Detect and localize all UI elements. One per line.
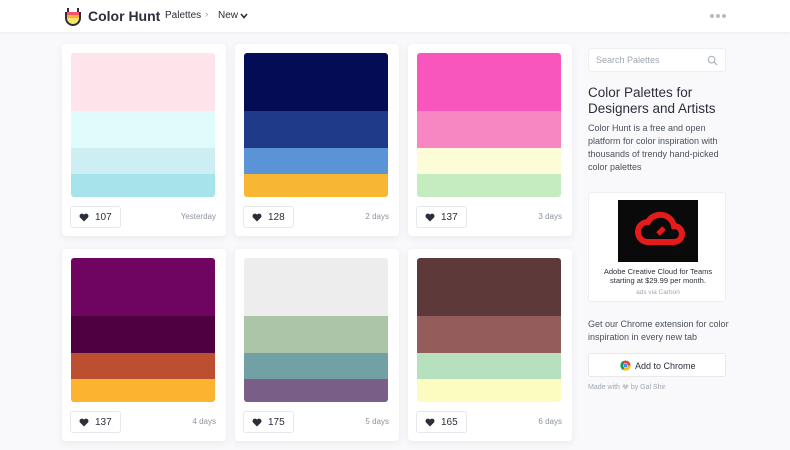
sidebar-title: Color Palettes for Designers and Artists: [588, 85, 716, 116]
like-count: 137: [441, 211, 458, 223]
color-swatch[interactable]: [244, 111, 388, 148]
ad-via-carbon[interactable]: ads via Carbon: [593, 289, 723, 296]
extension-text: Get our Chrome extension for color inspi…: [588, 319, 729, 342]
color-swatch[interactable]: [244, 353, 388, 379]
search-box[interactable]: Search Palettes: [588, 48, 726, 72]
like-button[interactable]: 165: [416, 411, 467, 433]
palette-card[interactable]: 107 Yesterday: [62, 44, 226, 236]
color-swatch[interactable]: [71, 111, 215, 148]
palette-date: 2 days: [365, 212, 389, 221]
color-swatch[interactable]: [417, 353, 561, 379]
color-swatch[interactable]: [244, 174, 388, 197]
heart-icon: [79, 213, 89, 221]
color-swatch[interactable]: [71, 53, 215, 111]
palette-card[interactable]: 175 5 days: [235, 249, 399, 441]
chevron-down-icon[interactable]: [240, 13, 248, 19]
search-input[interactable]: Search Palettes: [596, 55, 660, 65]
heart-icon: [622, 384, 629, 390]
palette-card[interactable]: 137 4 days: [62, 249, 226, 441]
brand-name[interactable]: Color Hunt: [88, 8, 160, 24]
color-swatch[interactable]: [71, 174, 215, 197]
heart-icon: [79, 418, 89, 426]
color-swatch[interactable]: [417, 258, 561, 316]
color-swatch[interactable]: [244, 53, 388, 111]
chrome-icon: [620, 360, 631, 371]
heart-icon: [252, 213, 262, 221]
heart-icon: [252, 418, 262, 426]
heart-icon: [425, 418, 435, 426]
color-swatch[interactable]: [244, 148, 388, 174]
palette-swatches[interactable]: [244, 53, 388, 197]
color-swatch[interactable]: [417, 379, 561, 402]
color-swatch[interactable]: [71, 316, 215, 353]
ad-image[interactable]: [618, 200, 698, 262]
more-options-icon[interactable]: [710, 14, 726, 18]
like-button[interactable]: 137: [416, 206, 467, 228]
ad-text[interactable]: Adobe Creative Cloud for Teams starting …: [593, 267, 723, 285]
palette-swatches[interactable]: [71, 53, 215, 197]
color-swatch[interactable]: [71, 148, 215, 174]
search-icon[interactable]: [707, 55, 718, 66]
color-swatch[interactable]: [244, 316, 388, 353]
made-with-prefix: Made with: [588, 384, 620, 391]
like-count: 137: [95, 416, 112, 428]
like-count: 175: [268, 416, 285, 428]
palette-card[interactable]: 137 3 days: [408, 44, 572, 236]
like-button[interactable]: 107: [70, 206, 121, 228]
color-swatch[interactable]: [417, 53, 561, 111]
palette-date: 5 days: [365, 417, 389, 426]
made-with-suffix[interactable]: by Gal Shir: [631, 384, 666, 391]
color-swatch[interactable]: [71, 379, 215, 402]
palette-card[interactable]: 128 2 days: [235, 44, 399, 236]
like-count: 165: [441, 416, 458, 428]
color-swatch[interactable]: [417, 174, 561, 197]
palette-card[interactable]: 165 6 days: [408, 249, 572, 441]
like-button[interactable]: 137: [70, 411, 121, 433]
top-bar: Color Hunt Palettes › New: [0, 0, 790, 32]
palette-date: 3 days: [538, 212, 562, 221]
palette-date: 4 days: [192, 417, 216, 426]
color-swatch[interactable]: [417, 111, 561, 148]
palette-swatches[interactable]: [71, 258, 215, 402]
color-hunt-logo-icon[interactable]: [64, 6, 82, 26]
color-swatch[interactable]: [417, 316, 561, 353]
nav-palettes-link[interactable]: Palettes: [165, 10, 201, 21]
palette-date: Yesterday: [180, 212, 216, 221]
palette-swatches[interactable]: [417, 258, 561, 402]
heart-icon: [425, 213, 435, 221]
like-button[interactable]: 128: [243, 206, 294, 228]
color-swatch[interactable]: [244, 258, 388, 316]
like-button[interactable]: 175: [243, 411, 294, 433]
color-swatch[interactable]: [417, 148, 561, 174]
color-swatch[interactable]: [71, 258, 215, 316]
made-with-credit: Made with by Gal Shir: [588, 384, 665, 391]
breadcrumb-separator: ›: [205, 9, 209, 20]
color-swatch[interactable]: [244, 379, 388, 402]
color-swatch[interactable]: [71, 353, 215, 379]
add-to-chrome-button[interactable]: Add to Chrome: [588, 353, 726, 377]
palette-swatches[interactable]: [417, 53, 561, 197]
palette-date: 6 days: [538, 417, 562, 426]
adobe-creative-cloud-icon: [635, 211, 685, 245]
sidebar-description: Color Hunt is a free and open platform f…: [588, 123, 719, 172]
palette-swatches[interactable]: [244, 258, 388, 402]
add-to-chrome-label: Add to Chrome: [635, 361, 696, 371]
nav-new-dropdown[interactable]: New: [218, 10, 238, 21]
like-count: 107: [95, 211, 112, 223]
like-count: 128: [268, 211, 285, 223]
carbon-ad[interactable]: Adobe Creative Cloud for Teams starting …: [588, 192, 726, 302]
